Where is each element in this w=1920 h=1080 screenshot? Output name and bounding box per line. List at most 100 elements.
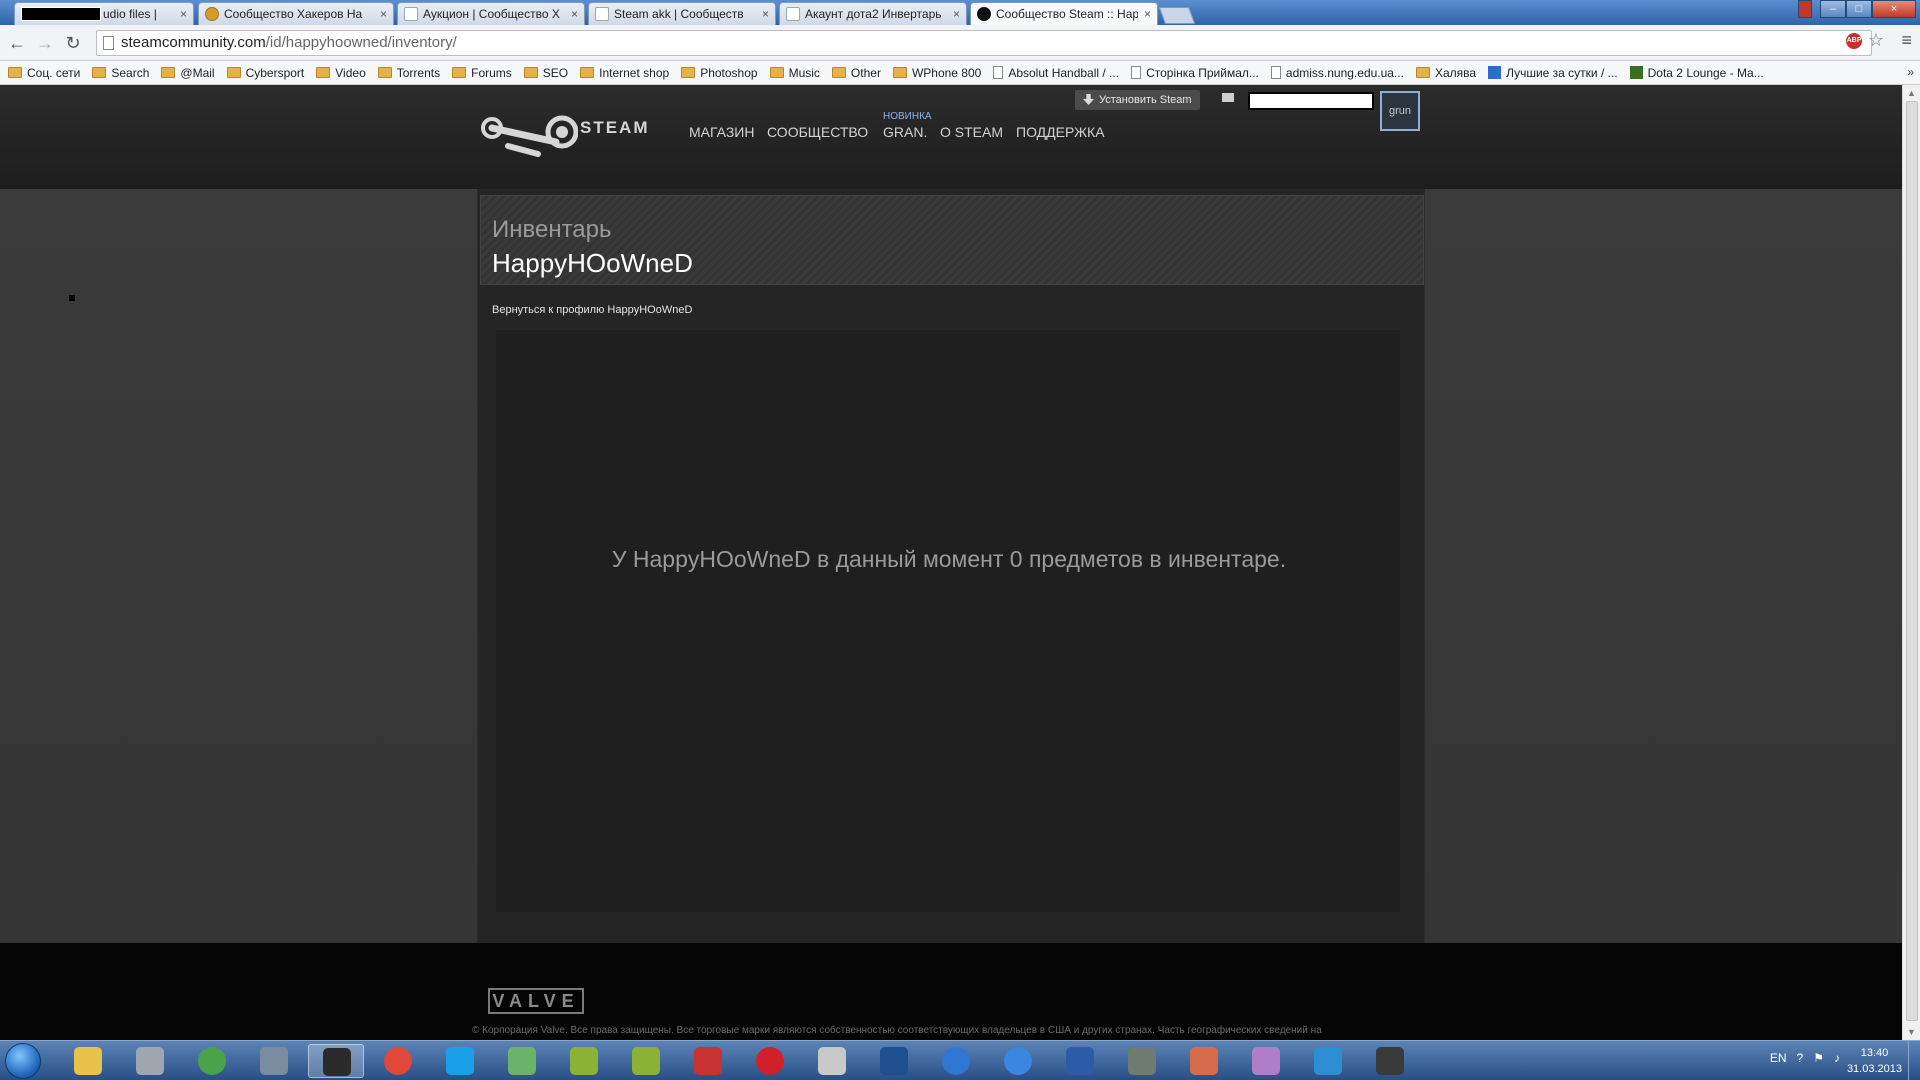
tab-title: udio files | xyxy=(103,7,157,21)
taskbar-opera-icon[interactable] xyxy=(742,1044,798,1078)
taskbar-media-icon[interactable] xyxy=(122,1044,178,1078)
taskbar-red-app-icon[interactable] xyxy=(680,1044,736,1078)
close-icon[interactable]: × xyxy=(1144,7,1151,21)
folder-icon xyxy=(681,67,696,78)
taskbar-chrome-icon[interactable] xyxy=(370,1044,426,1078)
taskbar-qip-icon[interactable] xyxy=(556,1044,612,1078)
bookmark-item[interactable]: Forums xyxy=(452,66,512,80)
folder-icon xyxy=(226,67,241,78)
menu-icon[interactable]: ≡ xyxy=(1901,30,1912,51)
scroll-down-icon[interactable]: ▼ xyxy=(1907,1027,1916,1037)
nav-support[interactable]: ПОДДЕРЖКА xyxy=(1016,124,1105,140)
tab-2[interactable]: Сообщество Хакеров На × xyxy=(198,2,394,25)
taskbar-explorer-icon[interactable] xyxy=(60,1044,116,1078)
language-indicator[interactable]: EN xyxy=(1770,1051,1787,1065)
taskbar-network-icon[interactable] xyxy=(494,1044,550,1078)
bookmark-item[interactable]: SEO xyxy=(523,66,568,80)
notification-icon[interactable] xyxy=(1798,0,1812,18)
start-button[interactable] xyxy=(5,1043,41,1079)
nav-about[interactable]: О STEAM xyxy=(940,124,1003,140)
bookmark-item[interactable]: Other xyxy=(831,65,881,80)
avatar[interactable]: grun xyxy=(1380,91,1420,131)
valve-logo[interactable]: VALVE xyxy=(488,988,584,1014)
taskbar-eye-icon[interactable] xyxy=(1114,1044,1170,1078)
close-icon[interactable]: × xyxy=(762,7,769,21)
scrollbar-thumb[interactable] xyxy=(1906,101,1918,1021)
bookmark-item[interactable]: WPhone 800 xyxy=(892,66,981,80)
browser-toolbar: ← → ↻ steamcommunity.com/id/happyhoowned… xyxy=(0,25,1920,61)
maximize-button[interactable]: □ xyxy=(1846,0,1872,18)
scroll-up-icon[interactable]: ▲ xyxy=(1907,88,1916,98)
taskbar-thunder-icon[interactable] xyxy=(990,1044,1046,1078)
back-arrow-icon[interactable]: ← xyxy=(6,32,28,54)
taskbar-photoshop-icon[interactable] xyxy=(866,1044,922,1078)
bookmark-item[interactable]: Torrents xyxy=(377,66,440,80)
folder-icon xyxy=(769,67,784,78)
bookmark-item[interactable]: Соц. сети xyxy=(8,66,80,80)
bookmark-label: Other xyxy=(850,65,881,80)
bookmark-item[interactable]: Internet shop xyxy=(580,66,669,80)
bookmark-item[interactable]: Photoshop xyxy=(681,66,758,80)
back-to-profile-link[interactable]: Вернуться к профилю HappyHOoWneD xyxy=(492,304,692,316)
page-icon xyxy=(1270,66,1281,79)
folder-icon xyxy=(377,67,392,78)
bookmarks-overflow-icon[interactable]: » xyxy=(1907,65,1914,79)
close-window-button[interactable]: × xyxy=(1872,0,1916,18)
taskbar-moon-icon[interactable] xyxy=(928,1044,984,1078)
bookmark-star-icon[interactable]: ☆ xyxy=(1868,30,1884,51)
reload-icon[interactable]: ↻ xyxy=(62,32,84,54)
tab-6[interactable]: Сообщество Steam :: Hap × xyxy=(970,2,1158,25)
bookmark-item[interactable]: Халява xyxy=(1415,66,1476,80)
taskbar-utorrent-icon[interactable] xyxy=(184,1044,240,1078)
minimize-button[interactable]: – xyxy=(1820,0,1846,18)
volume-icon[interactable]: ♪ xyxy=(1834,1051,1840,1065)
nav-gran[interactable]: НОВИНКА GRAN. xyxy=(883,111,932,140)
taskbar-game-icon[interactable] xyxy=(804,1044,860,1078)
taskbar-skype-audio-icon[interactable] xyxy=(246,1044,302,1078)
help-icon[interactable]: ? xyxy=(1797,1051,1804,1065)
bookmark-item[interactable]: Лучшие за сутки / ... xyxy=(1488,66,1618,80)
tab-strip: udio files | × Сообщество Хакеров На × А… xyxy=(0,0,1920,25)
taskbar-notepad-icon[interactable] xyxy=(1238,1044,1294,1078)
nav-store[interactable]: МАГАЗИН xyxy=(689,124,754,140)
clock[interactable]: 13:40 31.03.2013 xyxy=(1847,1045,1902,1077)
new-tab-button[interactable] xyxy=(1158,7,1196,24)
bookmark-item[interactable]: Video xyxy=(316,66,366,80)
bookmark-item[interactable]: Сторінка Приймал... xyxy=(1131,66,1259,80)
taskbar-settings-icon[interactable] xyxy=(1362,1044,1418,1078)
bookmark-item[interactable]: Search xyxy=(92,66,149,80)
tab-4[interactable]: Steam akk | Сообществ × xyxy=(588,2,776,25)
adblock-icon[interactable]: ABP xyxy=(1846,33,1862,49)
taskbar-star-icon[interactable] xyxy=(1176,1044,1232,1078)
taskbar-steam-icon[interactable] xyxy=(308,1044,364,1078)
close-icon[interactable]: × xyxy=(571,7,578,21)
redacted-username[interactable] xyxy=(1248,92,1374,110)
steam-logo[interactable]: STEAM xyxy=(478,110,668,160)
bookmark-item[interactable]: admiss.nung.edu.ua... xyxy=(1270,66,1404,80)
forward-arrow-icon[interactable]: → xyxy=(34,32,56,54)
close-icon[interactable]: × xyxy=(953,7,960,21)
nav-community[interactable]: СООБЩЕСТВО xyxy=(767,124,868,140)
tab-5[interactable]: Акаунт дота2 Инвертарь × xyxy=(779,2,967,25)
taskbar-skype-icon[interactable] xyxy=(432,1044,488,1078)
tab-1[interactable]: udio files | × xyxy=(14,2,194,25)
address-bar[interactable]: steamcommunity.com/id/happyhoowned/inven… xyxy=(96,30,1872,56)
bookmark-item[interactable]: Cybersport xyxy=(226,66,304,80)
close-icon[interactable]: × xyxy=(180,7,187,21)
taskbar-player-icon[interactable] xyxy=(1300,1044,1356,1078)
bookmark-item[interactable]: Dota 2 Lounge - Ma... xyxy=(1629,66,1764,80)
flag-icon[interactable]: ⚑ xyxy=(1813,1051,1824,1065)
bookmark-item[interactable]: Absolut Handball / ... xyxy=(993,66,1119,80)
page-scrollbar[interactable]: ▲ ▼ xyxy=(1902,85,1920,1040)
taskbar-qip2-icon[interactable] xyxy=(618,1044,674,1078)
envelope-icon[interactable] xyxy=(1222,93,1234,102)
taskbar-word-icon[interactable] xyxy=(1052,1044,1108,1078)
bookmark-item[interactable]: @Mail xyxy=(161,66,215,80)
install-steam-button[interactable]: Установить Steam xyxy=(1075,90,1200,110)
close-icon[interactable]: × xyxy=(380,7,387,21)
nung-icon xyxy=(1488,66,1502,79)
tab-3[interactable]: Аукцион | Сообщество Х × xyxy=(397,2,585,25)
bookmark-item[interactable]: Music xyxy=(769,66,820,80)
page-icon xyxy=(1131,66,1142,79)
show-desktop-button[interactable] xyxy=(1908,1041,1920,1080)
